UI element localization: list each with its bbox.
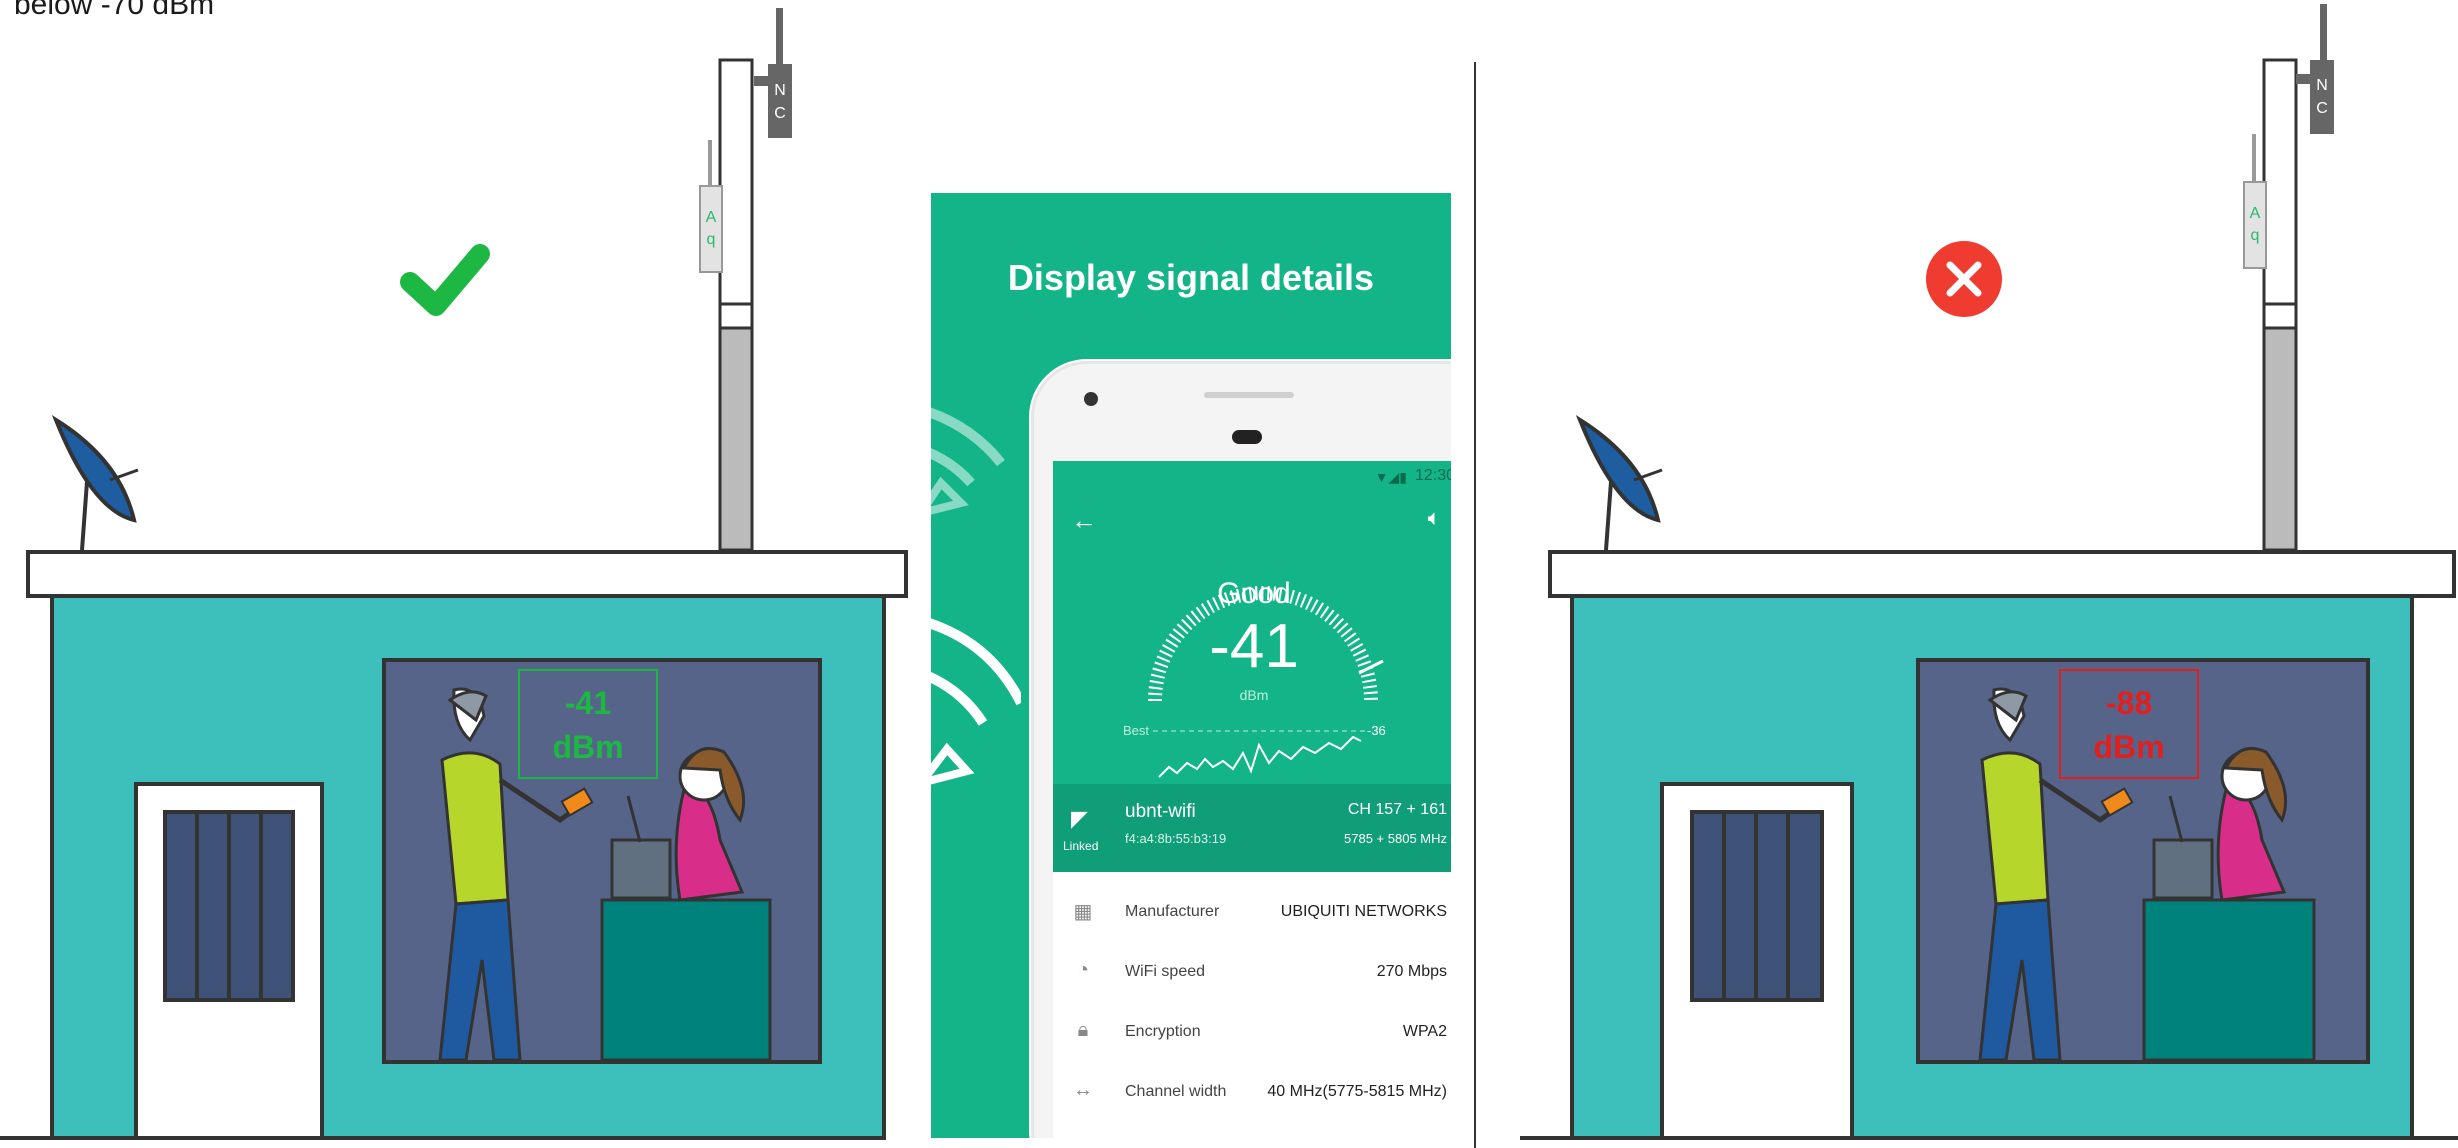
left-scene: N C A q -41 dBm xyxy=(0,8,908,1140)
signal-header: 12:30 ▼◢▮ ← 🔈︎ Good -41 dBm Best -36 xyxy=(1053,461,1451,784)
right-n-label: N xyxy=(2316,77,2328,94)
signal-history-graph xyxy=(1153,730,1365,778)
network-bssid: f4:a4:8b:55:b3:19 xyxy=(1125,831,1227,846)
right-satellite-dish xyxy=(1575,415,1663,551)
right-counter xyxy=(2142,898,2316,1062)
right-a-label: A xyxy=(2250,205,2261,222)
signal-value: -41 xyxy=(1209,612,1299,681)
speaker-grille xyxy=(1204,392,1294,398)
right-scene: N C A q -88 dBm xyxy=(1520,4,2458,1140)
left-reading-value: -41 xyxy=(565,685,611,721)
lock-icon: 🔒︎ xyxy=(1077,1019,1089,1041)
wifi-waves-decoration xyxy=(931,407,1021,785)
signal-unit: dBm xyxy=(1239,687,1269,703)
network-channel: CH 157 + 161 xyxy=(1347,801,1447,818)
network-frequency: 5785 + 5805 MHz xyxy=(1344,831,1447,846)
left-c-label: C xyxy=(774,105,786,122)
right-aq-box xyxy=(2243,181,2267,269)
best-value: -36 xyxy=(1367,723,1386,738)
left-satellite-dish xyxy=(51,415,139,551)
left-n-label: N xyxy=(774,82,786,99)
phone-screen: 12:30 ▼◢▮ ← 🔈︎ Good -41 dBm Best -36 ◤ L… xyxy=(1053,461,1451,1138)
x-icon xyxy=(1926,241,2002,317)
left-counter xyxy=(600,898,772,1062)
left-reading-unit: dBm xyxy=(552,729,623,765)
speaker-icon[interactable]: 🔈︎ xyxy=(1428,505,1441,531)
detail-row-wifi-speed: ◔ WiFi speed 270 Mbps xyxy=(1053,943,1451,1003)
right-nc-box xyxy=(2310,60,2334,134)
left-a-label: A xyxy=(706,209,717,226)
building-icon: ▦ xyxy=(1073,901,1093,923)
left-tower: N C A q xyxy=(699,8,792,552)
right-tower: N C A q xyxy=(2243,4,2334,552)
check-icon xyxy=(400,244,490,316)
detail-row-manufacturer: ▦ Manufacturer UBIQUITI NETWORKS xyxy=(1053,883,1451,943)
signal-quality-label: Good xyxy=(1217,577,1291,610)
best-label: Best xyxy=(1123,723,1150,738)
wifi-lock-icon: ◤ xyxy=(1071,806,1088,831)
right-reading-value: -88 xyxy=(2106,685,2152,721)
left-aq-box xyxy=(699,185,723,273)
right-q-label: q xyxy=(2251,227,2260,244)
card-title: Display signal details xyxy=(1007,257,1375,298)
left-nc-box xyxy=(768,64,792,138)
width-arrows-icon: ↔ xyxy=(1073,1079,1093,1101)
detail-row-channel-width: ↔ Channel width 40 MHz(5775-5815 MHz) xyxy=(1053,1063,1451,1123)
back-arrow-icon[interactable]: ← xyxy=(1071,505,1097,536)
right-reading-unit: dBm xyxy=(2093,729,2164,765)
speedometer-icon: ◔ xyxy=(1076,959,1090,981)
linked-label: Linked xyxy=(1063,839,1099,853)
sensor-icon xyxy=(1232,430,1262,444)
network-row[interactable]: ◤ xyxy=(1053,784,1451,872)
right-c-label: C xyxy=(2316,100,2328,117)
camera-icon xyxy=(1084,392,1098,406)
status-time: 12:30 xyxy=(1414,467,1451,484)
left-q-label: q xyxy=(707,231,716,248)
detail-row-encryption: 🔒︎ Encryption WPA2 xyxy=(1053,1003,1451,1063)
divider-line xyxy=(1474,62,1476,1148)
app-card: Display signal details 12:30 ▼◢▮ ← 🔈︎ Go… xyxy=(931,193,1451,1138)
network-ssid: ubnt-wifi xyxy=(1125,801,1196,822)
